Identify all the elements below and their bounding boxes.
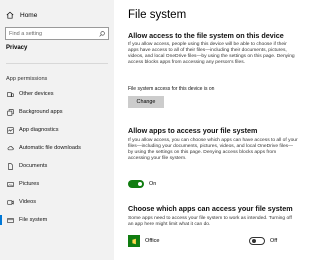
page-title: File system: [128, 9, 187, 21]
cloud-download-icon: [7, 145, 14, 150]
sidebar-item-documents[interactable]: Documents: [0, 158, 114, 174]
section-description-device-access: If you allow access, people using this d…: [128, 42, 295, 66]
video-icon: [7, 199, 14, 205]
sidebar-item-label: App diagnostics: [19, 127, 59, 133]
app-diagnostics-icon: [7, 126, 14, 134]
sidebar-item-app-diagnostics[interactable]: App diagnostics: [0, 122, 114, 138]
sidebar-item-file-system[interactable]: File system: [0, 212, 114, 228]
office-toggle-label: Off: [270, 238, 278, 244]
sidebar-item-label: Pictures: [19, 181, 40, 187]
other-devices-icon: [7, 91, 14, 97]
sidebar-divider: [6, 63, 108, 64]
device-access-status: File system access for this device is on: [128, 86, 215, 92]
active-indicator: [0, 215, 2, 225]
search-icon: [99, 30, 105, 37]
toggle-knob: [138, 182, 142, 186]
search-input[interactable]: Find a setting: [5, 27, 109, 40]
sidebar-group-title: App permissions: [6, 76, 48, 82]
sidebar-item-label: Videos: [19, 199, 37, 205]
sidebar-item-background-apps[interactable]: Background apps: [0, 104, 114, 120]
background-apps-icon: [7, 108, 14, 116]
section-heading-choose-apps: Choose which apps can access your file s…: [128, 204, 293, 213]
file-system-icon: [7, 217, 14, 223]
sidebar-item-label: Background apps: [19, 109, 63, 115]
sidebar: Home Find a setting Privacy App permissi…: [0, 0, 114, 260]
section-heading-device-access: Allow access to the file system on this …: [128, 31, 284, 40]
sidebar-item-label: Other devices: [19, 91, 54, 97]
picture-icon: [7, 181, 14, 187]
sidebar-item-automatic-file-downloads[interactable]: Automatic file downloads: [0, 140, 114, 156]
document-icon: [8, 162, 13, 170]
app-access-toggle-row: On: [128, 180, 156, 188]
app-access-toggle-label: On: [149, 181, 157, 187]
change-button[interactable]: Change: [128, 96, 164, 108]
section-description-app-access: If you allow access, you can choose whic…: [128, 138, 298, 162]
toggle-knob: [252, 239, 256, 243]
sidebar-item-label: Automatic file downloads: [19, 145, 81, 151]
search-placeholder: Find a setting: [9, 30, 43, 37]
sidebar-section-title: Privacy: [6, 45, 28, 51]
office-toggle-row: Off: [249, 237, 277, 245]
sidebar-item-other-devices[interactable]: Other devices: [0, 86, 114, 102]
section-heading-app-access: Allow apps to access your file system: [128, 126, 258, 135]
sidebar-item-pictures[interactable]: Pictures: [0, 176, 114, 192]
sidebar-item-videos[interactable]: Videos: [0, 194, 114, 210]
sidebar-item-label: File system: [19, 217, 48, 223]
main-content: File system Allow access to the file sys…: [114, 0, 300, 260]
home-icon: [6, 11, 14, 19]
sidebar-item-label: Documents: [19, 163, 48, 169]
home-link[interactable]: Home: [6, 9, 37, 21]
app-access-toggle[interactable]: [128, 180, 144, 188]
home-label: Home: [20, 11, 38, 19]
office-access-toggle[interactable]: [249, 237, 265, 245]
section-description-choose-apps: Some apps need to access your file syste…: [128, 216, 292, 228]
office-app-icon: [128, 235, 140, 247]
app-row-office: Office Off: [128, 234, 298, 248]
